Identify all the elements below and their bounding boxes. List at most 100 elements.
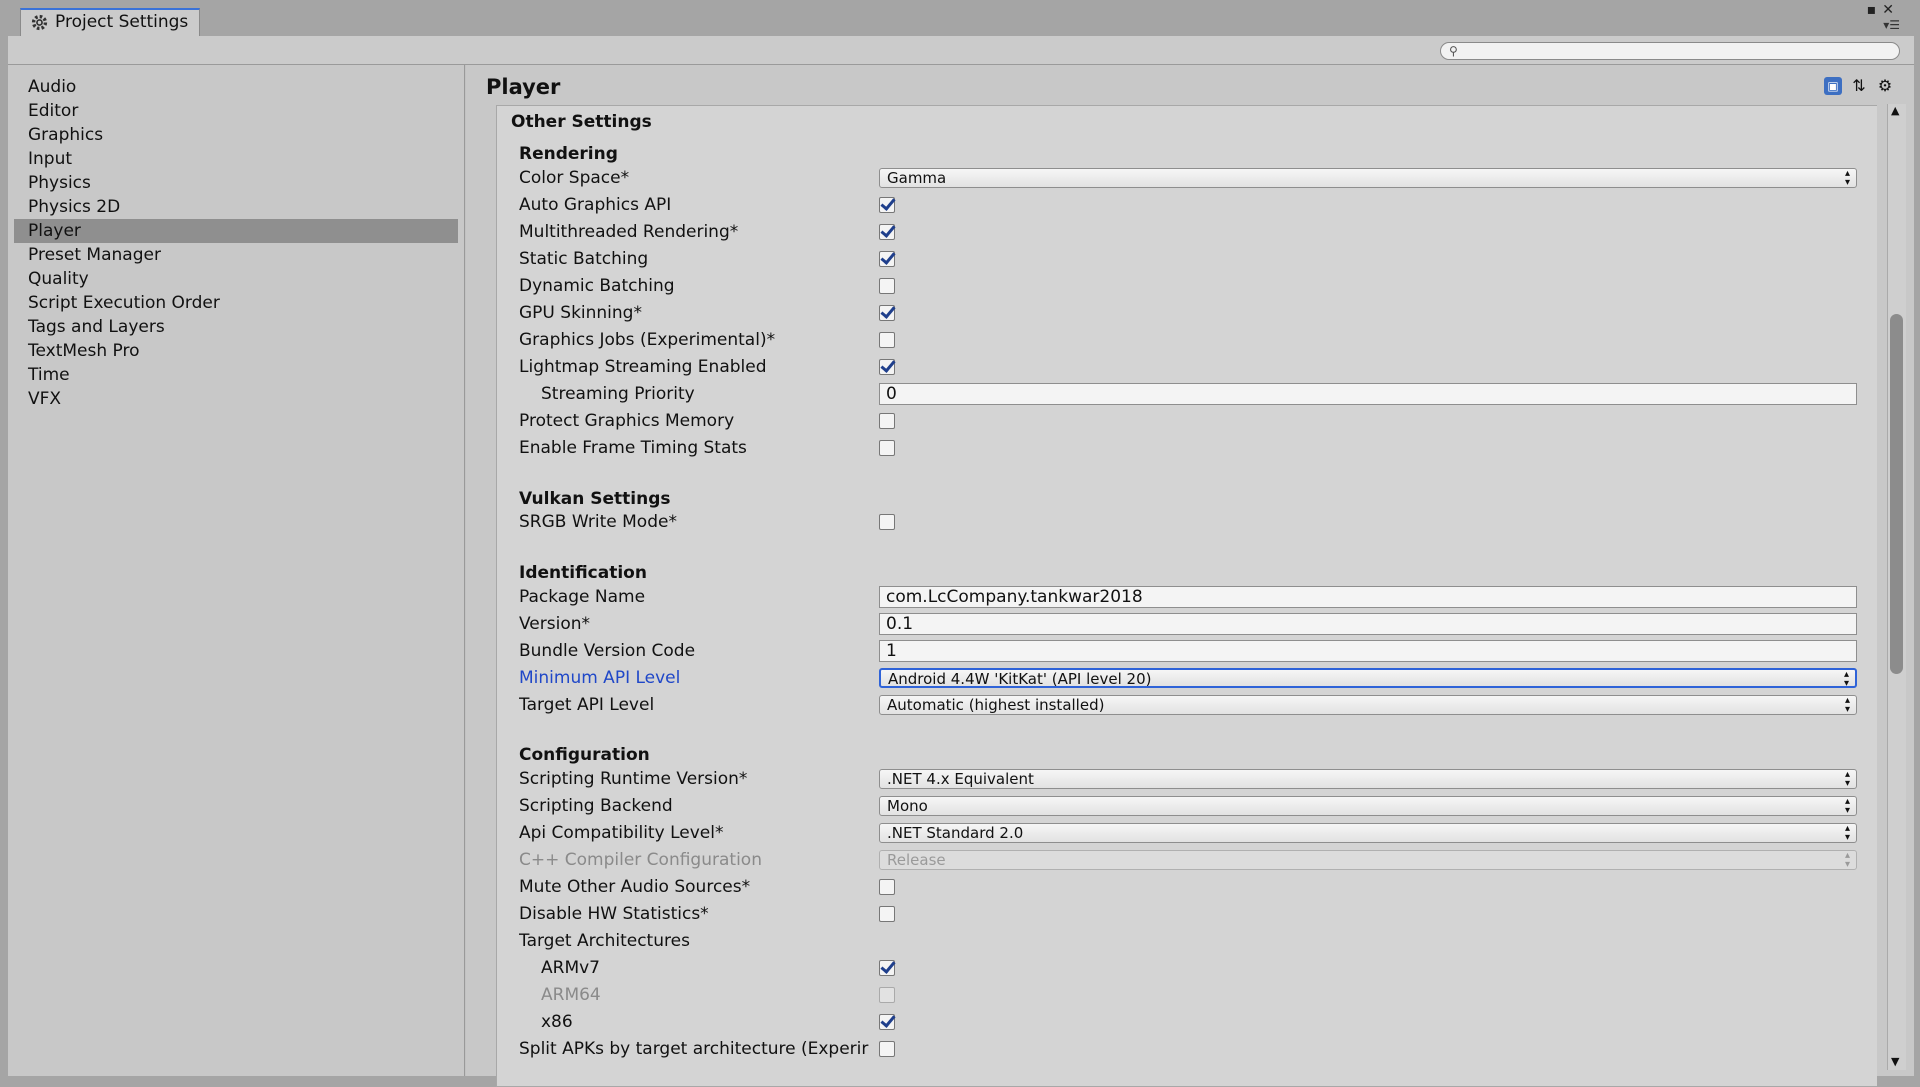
target-api-level-value: Automatic (highest installed) <box>887 696 1105 714</box>
graphics-jobs-checkbox[interactable] <box>879 332 895 348</box>
mute-audio-checkbox[interactable] <box>879 879 895 895</box>
window-menu-icon[interactable]: ▾☰ <box>1883 18 1900 32</box>
row-mute-audio: Mute Other Audio Sources* <box>519 874 1869 900</box>
settings-sidebar: Audio Editor Graphics Input Physics Phys… <box>8 65 465 1076</box>
gear-icon[interactable]: ⚙ <box>1876 77 1894 95</box>
sidebar-item-quality[interactable]: Quality <box>14 267 458 291</box>
dynamic-batching-checkbox[interactable] <box>879 278 895 294</box>
dropdown-arrows-icon: ▴ ▾ <box>1844 769 1850 789</box>
api-compat-dropdown[interactable]: .NET Standard 2.0 ▴ ▾ <box>879 823 1857 843</box>
row-protect-graphics-memory: Protect Graphics Memory <box>519 408 1869 434</box>
sidebar-item-preset-manager[interactable]: Preset Manager <box>14 243 458 267</box>
row-lightmap-streaming: Lightmap Streaming Enabled <box>519 354 1869 380</box>
row-gpu-skinning: GPU Skinning* <box>519 300 1869 326</box>
version-field[interactable]: 0.1 <box>879 613 1857 635</box>
sidebar-item-physics-2d[interactable]: Physics 2D <box>14 195 458 219</box>
label-api-compat: Api Compatibility Level* <box>519 823 724 843</box>
label-x86: x86 <box>541 1012 573 1032</box>
label-scripting-runtime: Scripting Runtime Version* <box>519 769 748 789</box>
package-name-field[interactable]: com.LcCompany.tankwar2018 <box>879 586 1857 608</box>
label-streaming-priority: Streaming Priority <box>541 384 695 404</box>
gpu-skinning-checkbox[interactable] <box>879 305 895 321</box>
label-target-api-level: Target API Level <box>519 695 655 715</box>
bundle-version-code-field[interactable]: 1 <box>879 640 1857 662</box>
sidebar-item-audio[interactable]: Audio <box>14 75 458 99</box>
cpp-compiler-dropdown: Release ▴ ▾ <box>879 850 1857 870</box>
label-cpp-compiler: C++ Compiler Configuration <box>519 850 762 870</box>
row-streaming-priority: Streaming Priority 0 <box>519 381 1869 407</box>
vertical-scrollbar[interactable]: ▲ ▼ <box>1887 104 1906 1070</box>
static-batching-checkbox[interactable] <box>879 251 895 267</box>
split-apks-checkbox[interactable] <box>879 1041 895 1057</box>
scrollbar-thumb[interactable] <box>1890 314 1903 674</box>
dropdown-arrows-icon: ▴ ▾ <box>1843 669 1849 689</box>
group-configuration: Configuration <box>519 745 650 765</box>
streaming-priority-field[interactable]: 0 <box>879 383 1857 405</box>
sidebar-item-player[interactable]: Player <box>14 219 458 243</box>
color-space-dropdown[interactable]: Gamma ▴ ▾ <box>879 168 1857 188</box>
sidebar-item-input[interactable]: Input <box>14 147 458 171</box>
sidebar-item-graphics[interactable]: Graphics <box>14 123 458 147</box>
row-split-apks: Split APKs by target architecture (Exper… <box>519 1036 1869 1062</box>
disable-hw-stats-checkbox[interactable] <box>879 906 895 922</box>
help-book-icon[interactable]: ▣ <box>1824 77 1842 95</box>
min-api-level-dropdown[interactable]: Android 4.4W 'KitKat' (API level 20) ▴ ▾ <box>879 668 1857 689</box>
dropdown-arrows-icon: ▴ ▾ <box>1844 796 1850 816</box>
dropdown-arrows-icon: ▴ ▾ <box>1844 168 1850 188</box>
label-graphics-jobs: Graphics Jobs (Experimental)* <box>519 330 776 350</box>
sidebar-item-tags-and-layers[interactable]: Tags and Layers <box>14 315 458 339</box>
tab-title: Project Settings <box>55 12 189 32</box>
maximize-icon[interactable]: ▪ <box>1867 2 1883 18</box>
scroll-down-arrow-icon[interactable]: ▼ <box>1891 1055 1899 1068</box>
label-split-apks: Split APKs by target architecture (Exper… <box>519 1039 869 1059</box>
label-target-architectures: Target Architectures <box>519 931 690 951</box>
row-graphics-jobs: Graphics Jobs (Experimental)* <box>519 327 1869 353</box>
preset-icon[interactable]: ⇅ <box>1850 77 1868 95</box>
row-color-space: Color Space* Gamma ▴ ▾ <box>519 165 1869 191</box>
row-cpp-compiler: C++ Compiler Configuration Release ▴ ▾ <box>519 847 1869 873</box>
tab-project-settings[interactable]: Project Settings <box>20 8 200 36</box>
row-scripting-runtime: Scripting Runtime Version* .NET 4.x Equi… <box>519 766 1869 792</box>
arm64-checkbox <box>879 987 895 1003</box>
player-settings-main: Player ▣ ⇅ ⚙ Other Settings Rendering Co… <box>466 65 1914 1087</box>
label-auto-graphics-api: Auto Graphics API <box>519 195 672 215</box>
label-scripting-backend: Scripting Backend <box>519 796 673 816</box>
search-icon: ⚲ <box>1449 44 1458 58</box>
armv7-checkbox[interactable] <box>879 960 895 976</box>
toolbar: ⚲ <box>8 36 1914 65</box>
scripting-backend-value: Mono <box>887 797 928 815</box>
dropdown-arrows-icon: ▴ ▾ <box>1844 850 1850 870</box>
color-space-value: Gamma <box>887 169 947 187</box>
srgb-write-mode-checkbox[interactable] <box>879 514 895 530</box>
lightmap-streaming-checkbox[interactable] <box>879 359 895 375</box>
close-icon[interactable]: ✕ <box>1882 2 1900 18</box>
x86-checkbox[interactable] <box>879 1014 895 1030</box>
label-color-space: Color Space* <box>519 168 630 188</box>
frame-timing-stats-checkbox[interactable] <box>879 440 895 456</box>
auto-graphics-api-checkbox[interactable] <box>879 197 895 213</box>
row-x86: x86 <box>519 1009 1869 1035</box>
sidebar-item-script-execution-order[interactable]: Script Execution Order <box>14 291 458 315</box>
target-api-level-dropdown[interactable]: Automatic (highest installed) ▴ ▾ <box>879 695 1857 715</box>
multithreaded-rendering-checkbox[interactable] <box>879 224 895 240</box>
label-version: Version* <box>519 614 591 634</box>
scripting-backend-dropdown[interactable]: Mono ▴ ▾ <box>879 796 1857 816</box>
sidebar-item-vfx[interactable]: VFX <box>14 387 458 411</box>
sidebar-item-editor[interactable]: Editor <box>14 99 458 123</box>
api-compat-value: .NET Standard 2.0 <box>887 824 1024 842</box>
row-target-architectures: Target Architectures <box>519 928 1869 954</box>
sidebar-item-textmesh-pro[interactable]: TextMesh Pro <box>14 339 458 363</box>
sidebar-item-time[interactable]: Time <box>14 363 458 387</box>
search-input[interactable]: ⚲ <box>1440 42 1900 60</box>
section-title-other-settings[interactable]: Other Settings <box>511 112 652 132</box>
label-package-name: Package Name <box>519 587 646 607</box>
tab-strip: Project Settings ▪✕ ▾☰ <box>8 0 1914 36</box>
row-srgb-write-mode: SRGB Write Mode* <box>519 509 1869 535</box>
row-scripting-backend: Scripting Backend Mono ▴ ▾ <box>519 793 1869 819</box>
scripting-runtime-dropdown[interactable]: .NET 4.x Equivalent ▴ ▾ <box>879 769 1857 789</box>
protect-graphics-memory-checkbox[interactable] <box>879 413 895 429</box>
row-multithreaded-rendering: Multithreaded Rendering* <box>519 219 1869 245</box>
sidebar-item-physics[interactable]: Physics <box>14 171 458 195</box>
label-armv7: ARMv7 <box>541 958 600 978</box>
scroll-up-arrow-icon[interactable]: ▲ <box>1891 104 1899 117</box>
